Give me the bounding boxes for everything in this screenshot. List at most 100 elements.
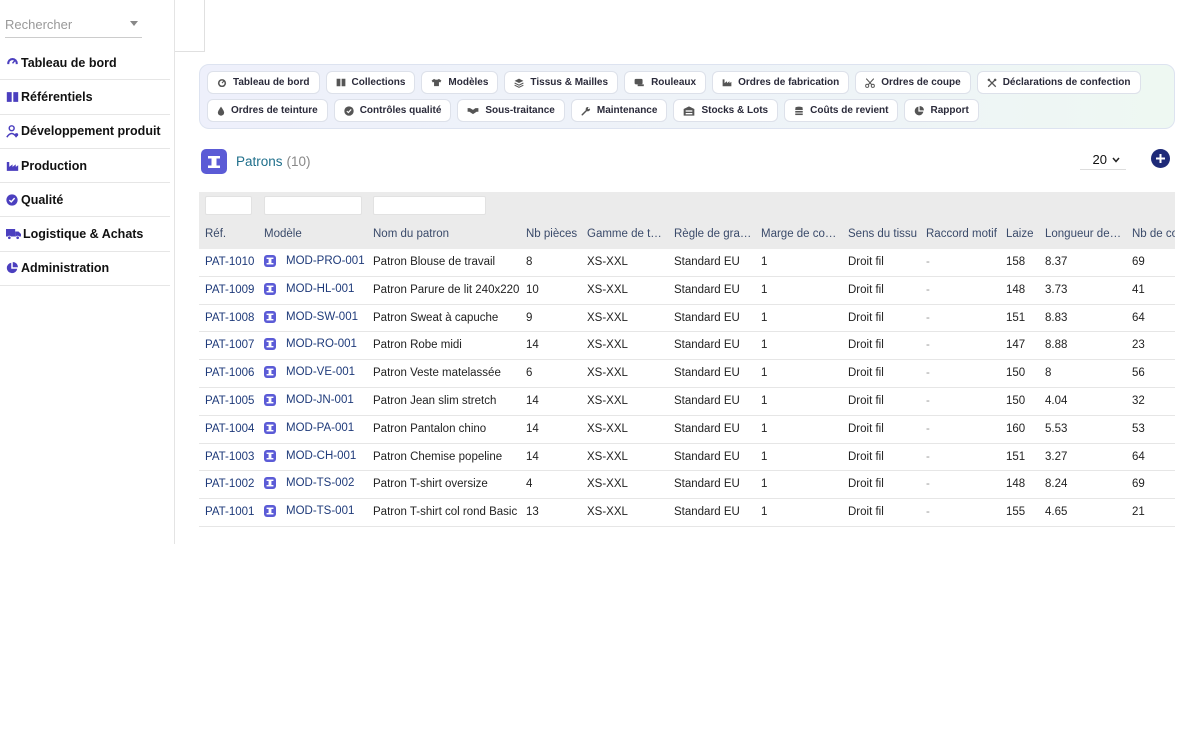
sidebar-item-label: Logistique & Achats (23, 227, 144, 242)
table-row[interactable]: PAT-1003 MOD-CH-001 Patron Chemise popelin… (199, 444, 1175, 472)
modele-link[interactable]: MOD-HL-001 (286, 283, 354, 295)
column-header-nb-couches[interactable]: Nb de co (1132, 228, 1175, 240)
sidebar-item-logistique-achats[interactable]: Logistique & Achats (0, 217, 170, 252)
modele-link[interactable]: MOD-TS-002 (286, 477, 354, 489)
sidebar-nav: Tableau de bord Référentiels Développeme… (0, 46, 170, 287)
search-input[interactable] (5, 17, 125, 32)
chart-pie-icon (915, 105, 925, 115)
modele-link[interactable]: MOD-CH-001 (286, 450, 356, 462)
cell-modele[interactable]: MOD-TS-002 (264, 477, 354, 490)
cell-ref[interactable]: PAT-1001 (205, 506, 254, 518)
warehouse-icon (684, 105, 695, 116)
cell-modele[interactable]: MOD-SW-001 (264, 310, 358, 323)
sidebar-item-developpement-produit[interactable]: Développement produit (0, 115, 170, 149)
toolbar-button-stocks-lots[interactable]: Stocks & Lots (673, 99, 779, 122)
sidebar-item-tableau-de-bord[interactable]: Tableau de bord (0, 46, 170, 81)
table-row[interactable]: PAT-1008 MOD-SW-001 Patron Sweat à capuche… (199, 305, 1175, 333)
toolbar-button-sous-traitance[interactable]: Sous-traitance (457, 99, 565, 122)
industry-icon (722, 79, 732, 87)
cell-ref[interactable]: PAT-1010 (205, 256, 254, 268)
cell-modele[interactable]: MOD-RO-001 (264, 338, 357, 351)
table-row[interactable]: PAT-1007 MOD-RO-001 Patron Robe midi 14 XS-X… (199, 332, 1175, 361)
toolbar-button-maintenance[interactable]: Maintenance (570, 99, 668, 122)
toolbar-button-couts-de-revient[interactable]: Coûts de revient (784, 99, 899, 122)
modele-link[interactable]: MOD-TS-001 (286, 505, 354, 517)
filter-ref-input[interactable] (205, 196, 252, 215)
add-record-button[interactable] (1151, 149, 1170, 168)
cell-modele[interactable]: MOD-JN-001 (264, 393, 354, 406)
column-header-nom[interactable]: Nom du patron (373, 228, 449, 240)
column-header-laize[interactable]: Laize (1006, 228, 1034, 240)
toolbar-button-controles-qualite[interactable]: Contrôles qualité (333, 99, 452, 122)
toolbar-button-rapport[interactable]: Rapport (904, 99, 979, 122)
cell-ref[interactable]: PAT-1004 (205, 423, 254, 435)
table-row[interactable]: PAT-1009 MOD-HL-001 Patron Parure de lit 2… (199, 277, 1175, 305)
modele-link[interactable]: MOD-JN-001 (286, 394, 354, 406)
sidebar-item-production[interactable]: Production (0, 149, 170, 184)
cell-sens: Droit fil (848, 339, 884, 352)
column-header-regle[interactable]: Règle de gra… (674, 228, 751, 240)
cell-modele[interactable]: MOD-HL-001 (264, 282, 354, 295)
toolbar-button-tissus-mailles[interactable]: Tissus & Mailles (504, 71, 619, 94)
table-row[interactable]: PAT-1001 MOD-TS-001 Patron T-shirt col ron… (199, 499, 1175, 527)
modele-link[interactable]: MOD-PA-001 (286, 422, 354, 434)
sidebar-item-referentiels[interactable]: Référentiels (0, 80, 170, 115)
cell-ref[interactable]: PAT-1008 (205, 312, 254, 324)
modele-link[interactable]: MOD-RO-001 (286, 338, 357, 350)
cell-nb-couches: 21 (1132, 506, 1145, 519)
toolbar-button-ordres-de-fabrication[interactable]: Ordres de fabrication (712, 71, 850, 94)
filter-nom-input[interactable] (373, 196, 486, 215)
cell-modele[interactable]: MOD-CH-001 (264, 449, 356, 462)
modele-link[interactable]: MOD-VE-001 (286, 366, 355, 378)
toolbar-button-modeles[interactable]: Modèles (421, 71, 499, 94)
table-row[interactable]: PAT-1010 MOD-PRO-001 Patron Blouse de trav… (199, 249, 1175, 277)
sidebar-item-qualite[interactable]: Qualité (0, 183, 170, 218)
book-icon (336, 78, 345, 87)
toolbar-button-tableau-de-bord[interactable]: Tableau de bord (207, 71, 320, 94)
cell-ref[interactable]: PAT-1009 (205, 284, 254, 296)
cell-sens: Droit fil (848, 367, 884, 380)
filter-modele-input[interactable] (264, 196, 362, 215)
patron-model-icon (201, 149, 227, 174)
cell-ref[interactable]: PAT-1005 (205, 395, 254, 407)
column-header-longueur[interactable]: Longueur de… (1045, 228, 1121, 240)
column-header-gamme[interactable]: Gamme de t… (587, 228, 662, 240)
cell-longueur: 3.27 (1045, 450, 1068, 463)
table-row[interactable]: PAT-1004 MOD-PA-001 Patron Pantalon chino 1… (199, 416, 1175, 444)
cell-raccord: - (926, 450, 930, 463)
column-header-modele[interactable]: Modèle (264, 228, 302, 240)
modele-link[interactable]: MOD-PRO-001 (286, 255, 365, 267)
toolbar-row-2: Ordres de teinture Contrôles qualité Sou… (207, 99, 979, 122)
toolbar-button-collections[interactable]: Collections (325, 71, 416, 94)
cell-sens: Droit fil (848, 311, 884, 324)
table-row[interactable]: PAT-1006 MOD-VE-001 Patron Veste matelassé… (199, 360, 1175, 388)
sidebar-item-administration[interactable]: Administration (0, 252, 170, 287)
column-header-sens[interactable]: Sens du tissu (848, 228, 917, 240)
column-header-ref[interactable]: Réf. (205, 228, 226, 240)
cell-modele[interactable]: MOD-TS-001 (264, 505, 354, 518)
cell-nom: Patron Chemise popeline (373, 450, 503, 463)
plus-icon (1156, 154, 1165, 163)
cell-sens: Droit fil (848, 478, 884, 491)
toolbar-button-ordres-de-coupe[interactable]: Ordres de coupe (855, 71, 971, 94)
toolbar-button-rouleaux[interactable]: Rouleaux (624, 71, 707, 94)
modele-link[interactable]: MOD-SW-001 (286, 311, 358, 323)
column-header-nb-pieces[interactable]: Nb pièces (526, 228, 577, 240)
sidebar-search[interactable] (5, 0, 142, 38)
cell-ref[interactable]: PAT-1003 (205, 451, 254, 463)
column-header-marge[interactable]: Marge de co… (761, 228, 836, 240)
cell-regle: Standard EU (674, 283, 740, 296)
toolbar-button-declarations-de-confection[interactable]: Déclarations de confection (976, 71, 1141, 94)
cell-modele[interactable]: MOD-VE-001 (264, 366, 355, 379)
cell-ref[interactable]: PAT-1006 (205, 367, 254, 379)
chevron-down-icon[interactable] (130, 21, 138, 26)
cell-modele[interactable]: MOD-PRO-001 (264, 255, 365, 267)
cell-modele[interactable]: MOD-PA-001 (264, 421, 354, 434)
table-row[interactable]: PAT-1002 MOD-TS-002 Patron T-shirt oversiz… (199, 471, 1175, 500)
cell-ref[interactable]: PAT-1002 (205, 478, 254, 490)
column-header-raccord[interactable]: Raccord motif (926, 228, 997, 240)
table-row[interactable]: PAT-1005 MOD-JN-001 Patron Jean slim stret… (199, 388, 1175, 416)
cell-ref[interactable]: PAT-1007 (205, 339, 254, 351)
toolbar-button-ordres-de-teinture[interactable]: Ordres de teinture (207, 99, 328, 122)
page-size-select[interactable]: 20 (1080, 150, 1126, 170)
